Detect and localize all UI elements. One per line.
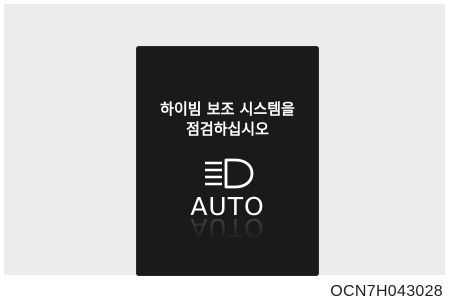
auto-mode-reflection: AUTO (190, 217, 265, 241)
figure-frame: 하이빔 보조 시스템을 점검하십시오 AUTO AUTO (4, 4, 445, 276)
lamp-body (224, 158, 253, 189)
warning-message-line2: 점검하십시오 (186, 120, 269, 138)
warning-message-line1: 하이빔 보조 시스템을 (160, 100, 295, 118)
high-beam-headlamp-icon (204, 158, 253, 189)
figure-code: OCN7H043028 (330, 283, 443, 300)
high-beam-icon (136, 155, 319, 193)
cluster-display: 하이빔 보조 시스템을 점검하십시오 AUTO AUTO (136, 46, 319, 276)
